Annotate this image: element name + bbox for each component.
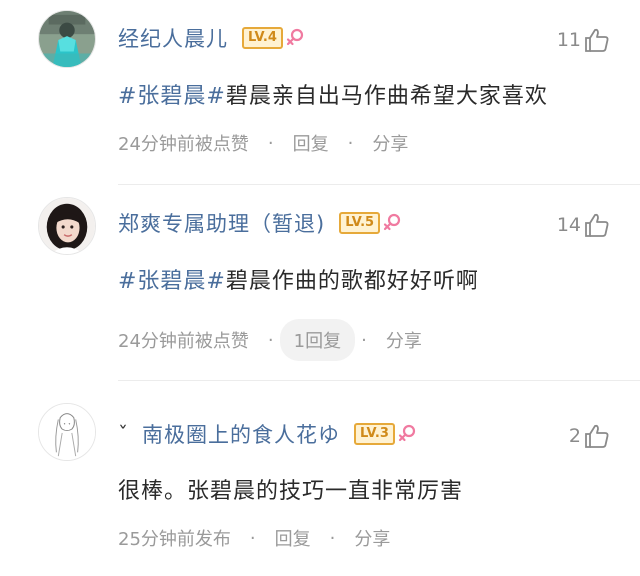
like-count: 11 bbox=[556, 29, 581, 51]
topic-tag[interactable]: #张碧晨# bbox=[118, 269, 226, 294]
female-icon bbox=[398, 424, 415, 442]
timestamp: 25分钟前发布 bbox=[118, 529, 231, 550]
thumbs-up-icon bbox=[585, 28, 609, 52]
timestamp: 24分钟前被点赞 bbox=[118, 331, 249, 352]
level-badge: LV.4 bbox=[242, 27, 283, 49]
timestamp: 24分钟前被点赞 bbox=[118, 134, 249, 155]
comment-item: 经纪人晨儿 LV.4 11 #张碧晨#碧晨亲自出马作曲希望大家喜欢 24分钟前被… bbox=[0, 0, 640, 190]
level-badge: LV.5 bbox=[339, 212, 381, 234]
level-badge: LV.3 bbox=[354, 423, 395, 445]
comment-text: 很棒。张碧晨的技巧一直非常厉害 bbox=[118, 473, 463, 505]
share-button[interactable]: 分享 bbox=[372, 130, 408, 156]
comment-item: 郑爽专属助理（暂退) LV.5 14 #张碧晨#碧晨作曲的歌都好好听啊 24分钟… bbox=[0, 190, 640, 385]
like-button[interactable]: 14 bbox=[557, 207, 610, 243]
separator-dot: · bbox=[329, 527, 336, 549]
share-button[interactable]: 分享 bbox=[354, 525, 390, 551]
separator-dot: · bbox=[347, 132, 354, 154]
divider bbox=[118, 184, 640, 185]
comment-text: #张碧晨#碧晨亲自出马作曲希望大家喜欢 bbox=[118, 78, 548, 110]
comment-body: 很棒。张碧晨的技巧一直非常厉害 bbox=[118, 479, 464, 504]
thumbs-up-icon bbox=[585, 424, 609, 448]
separator-dot: · bbox=[267, 329, 274, 351]
username[interactable]: 经纪人晨儿 bbox=[118, 23, 228, 53]
comment-meta: 24分钟前被点赞 · 1回复 · 分享 bbox=[118, 319, 422, 361]
like-button[interactable]: 11 bbox=[557, 22, 610, 58]
separator-dot: · bbox=[249, 527, 256, 549]
separator-dot: · bbox=[361, 329, 367, 351]
comment-item: ˇ 南极圈上的食人花ゆ LV.3 2 很棒。张碧晨的技巧一直非常厉害 25分钟前… bbox=[0, 385, 640, 576]
reply-button[interactable]: 回复 bbox=[275, 525, 311, 551]
username[interactable]: 南极圈上的食人花ゆ bbox=[142, 419, 340, 449]
avatar[interactable] bbox=[38, 10, 96, 68]
comment-body: 碧晨亲自出马作曲希望大家喜欢 bbox=[225, 84, 548, 109]
comment-meta: 24分钟前被点赞 · 回复 · 分享 bbox=[118, 124, 408, 162]
divider bbox=[118, 380, 640, 381]
female-icon bbox=[383, 213, 401, 231]
reply-button[interactable]: 1回复 bbox=[279, 319, 356, 361]
username-line: 经纪人晨儿 LV.4 bbox=[118, 20, 305, 56]
like-count: 14 bbox=[556, 214, 581, 236]
reply-button[interactable]: 回复 bbox=[293, 130, 329, 156]
username-line: 郑爽专属助理（暂退) LV.5 bbox=[118, 205, 402, 241]
name-prefix: ˇ bbox=[118, 422, 128, 446]
separator-dot: · bbox=[267, 132, 274, 154]
username[interactable]: 郑爽专属助理（暂退) bbox=[118, 208, 325, 238]
avatar[interactable] bbox=[38, 403, 96, 461]
comment-body: 碧晨作曲的歌都好好听啊 bbox=[225, 269, 479, 294]
thumbs-up-icon bbox=[585, 213, 609, 237]
username-line: ˇ 南极圈上的食人花ゆ LV.3 bbox=[118, 416, 417, 452]
share-button[interactable]: 分享 bbox=[386, 327, 422, 353]
female-icon bbox=[286, 28, 303, 46]
comment-meta: 25分钟前发布 · 回复 · 分享 bbox=[118, 519, 390, 557]
comment-text: #张碧晨#碧晨作曲的歌都好好听啊 bbox=[118, 263, 479, 295]
like-count: 2 bbox=[568, 425, 581, 447]
like-button[interactable]: 2 bbox=[569, 418, 610, 454]
avatar[interactable] bbox=[38, 197, 96, 255]
topic-tag[interactable]: #张碧晨# bbox=[118, 84, 226, 109]
